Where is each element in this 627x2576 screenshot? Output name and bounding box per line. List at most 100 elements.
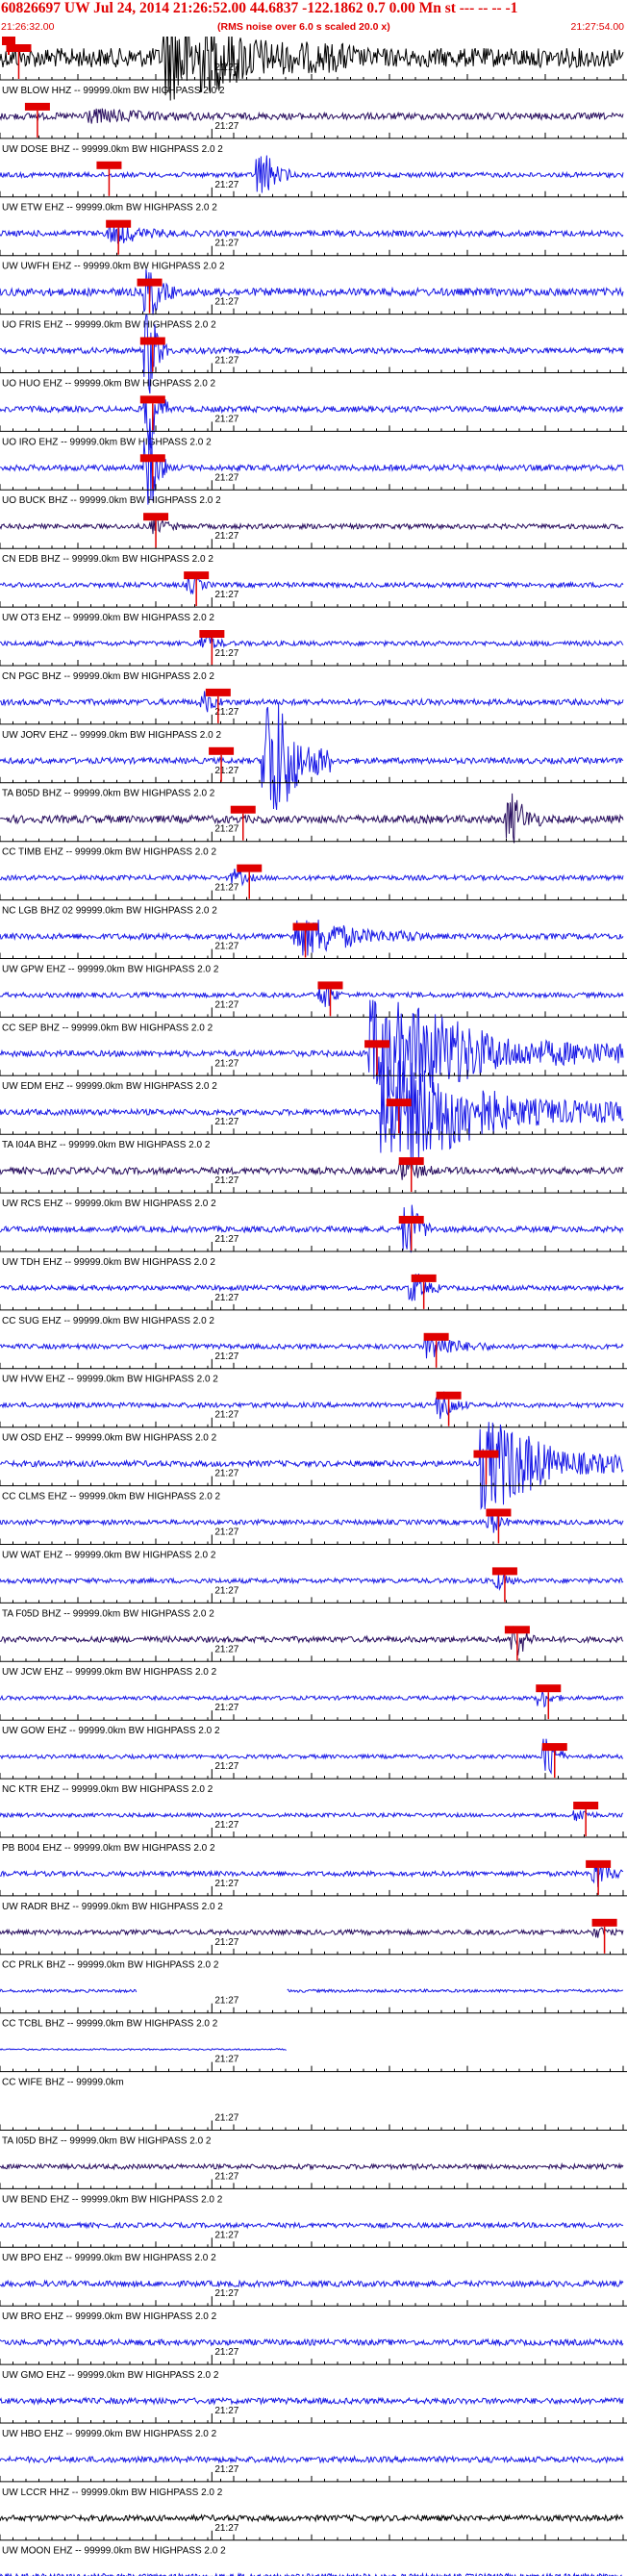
- trace-row: UO IRO EHZ -- 99999.0km BW HIGHPASS 2.0 …: [0, 422, 627, 505]
- pick-marker: [436, 1391, 462, 1400]
- station-label: UW BRO EHZ -- 99999.0km BW HIGHPASS 2.0 …: [2, 2311, 217, 2322]
- trace-row: PB B004 EHZ -- 99999.0km BW HIGHPASS 2.0…: [0, 1843, 627, 1897]
- trace-row: UW MOON EHZ -- 99999.0km BW HIGHPASS 2.0…: [0, 2546, 622, 2576]
- waveform: [0, 2279, 624, 2288]
- pick-marker: [491, 1567, 517, 1576]
- waveform: [0, 2220, 624, 2230]
- trace-row: UW RADR BHZ -- 99999.0km BW HIGHPASS 2.0…: [0, 1902, 627, 1956]
- pick-marker: [411, 1274, 437, 1282]
- pick-marker: [541, 1743, 567, 1752]
- waveform: [0, 1690, 624, 1708]
- trace-row: NC LGB BHZ 02 99999.0km BW HIGHPASS 2.0 …: [0, 906, 627, 959]
- waveform: [0, 422, 624, 505]
- trace-row: CC CLMS EHZ -- 99999.0km BW HIGHPASS 2.0…: [0, 1492, 627, 1545]
- tick-label: 21:27: [214, 1820, 238, 1831]
- station-label: NC KTR EHZ -- 99999.0km BW HIGHPASS 2.0 …: [2, 1784, 213, 1795]
- tick-label: 21:27: [214, 2113, 238, 2124]
- station-label: TA B05D BHZ -- 99999.0km BW HIGHPASS 2.0…: [2, 789, 215, 799]
- pick-marker: [230, 805, 256, 814]
- waveform: [0, 108, 624, 124]
- tick-label: 21:27: [214, 1469, 238, 1479]
- tick-label: 21:27: [214, 824, 238, 835]
- trace-row: UW ETW EHZ -- 99999.0km BW HIGHPASS 2.0 …: [0, 203, 627, 257]
- pick-marker: [137, 278, 163, 287]
- tick-label: 21:27: [214, 1410, 238, 1421]
- station-label: TA I04A BHZ -- 99999.0km BW HIGHPASS 2.0…: [2, 1140, 211, 1150]
- waveform: [0, 574, 624, 595]
- tick-label: 21:27: [214, 297, 238, 308]
- pick-marker: [423, 1332, 449, 1341]
- pick-marker: [536, 1684, 562, 1693]
- station-label: UO FRIS EHZ -- 99999.0km BW HIGHPASS 2.0…: [2, 320, 216, 331]
- station-label: UW GPW EHZ -- 99999.0km BW HIGHPASS 2.0 …: [2, 964, 219, 974]
- tick-label: 21:27: [214, 180, 238, 190]
- waveform: [0, 2337, 624, 2347]
- pick-marker: [292, 922, 318, 931]
- waveform: [0, 1204, 624, 1253]
- trace-row: UW GOW EHZ -- 99999.0km BW HIGHPASS 2.0 …: [0, 1726, 627, 1780]
- tick-label: 21:27: [214, 1175, 238, 1186]
- station-label: NC LGB BHZ 02 99999.0km BW HIGHPASS 2.0 …: [2, 906, 217, 917]
- station-label: UW JORV EHZ -- 99999.0km BW HIGHPASS 2.0…: [2, 730, 221, 741]
- tick-label: 21:27: [214, 531, 238, 542]
- station-label: CN EDB BHZ -- 99999.0km BW HIGHPASS 2.0 …: [2, 554, 213, 565]
- seismogram-traces: 21:27 UW BLOW HHZ -- 99999.0km BW HIGHPAS…: [0, 37, 627, 2576]
- waveform: [0, 1810, 624, 1822]
- station-label: UW OSD EHZ -- 99999.0km BW HIGHPASS 2.0 …: [2, 1433, 217, 1444]
- trace-row: TA I04A BHZ -- 99999.0km BW HIGHPASS 2.0…: [0, 1140, 627, 1194]
- waveform: [0, 869, 624, 887]
- station-label: UW BEND EHZ -- 99999.0km BW HIGHPASS 2.0…: [2, 2194, 223, 2205]
- waveform: [0, 1391, 624, 1420]
- tick-label: 21:27: [214, 1937, 238, 1948]
- station-label: CC CLMS EHZ -- 99999.0km BW HIGHPASS 2.0…: [2, 1492, 221, 1503]
- pick-marker: [139, 454, 165, 463]
- waveform: [0, 2161, 624, 2171]
- waveform: [0, 691, 624, 713]
- pick-marker: [6, 44, 32, 52]
- trace-row: UW BLOW HHZ -- 99999.0km BW HIGHPASS 2.0…: [0, 86, 627, 139]
- station-label: UW JCW EHZ -- 99999.0km BW HIGHPASS 2.0 …: [2, 1667, 217, 1678]
- station-label: UW TDH EHZ -- 99999.0km BW HIGHPASS 2.0 …: [2, 1257, 215, 1268]
- trace-row: TA I05D BHZ -- 99999.0km BW HIGHPASS 2.0…: [0, 2135, 627, 2189]
- pick-marker: [96, 161, 122, 169]
- tick-label: 21:27: [214, 2288, 238, 2299]
- station-label: CN PGC BHZ -- 99999.0km BW HIGHPASS 2.0 …: [2, 671, 214, 682]
- trace-row: UW DOSE BHZ -- 99999.0km BW HIGHPASS 2.0…: [0, 144, 627, 198]
- trace-row: UW WAT EHZ -- 99999.0km BW HIGHPASS 2.0 …: [0, 1550, 627, 1604]
- tick-label: 21:27: [214, 766, 238, 776]
- waveform: [0, 1158, 624, 1180]
- tick-label: 21:27: [214, 1585, 238, 1596]
- waveform: [0, 1334, 624, 1359]
- station-label: UW LCCR HHZ -- 99999.0km BW HIGHPASS 2.0…: [2, 2488, 223, 2498]
- station-label: TA F05D BHZ -- 99999.0km BW HIGHPASS 2.0…: [2, 1608, 214, 1619]
- trace-row: UW RCS EHZ -- 99999.0km BW HIGHPASS 2.0 …: [0, 1199, 627, 1253]
- pick-marker: [591, 1918, 617, 1927]
- waveform: [0, 1573, 624, 1591]
- trace-row: UW BEND EHZ -- 99999.0km BW HIGHPASS 2.0…: [0, 2194, 627, 2248]
- station-label: UW EDM EHZ -- 99999.0km BW HIGHPASS 2.0 …: [2, 1081, 217, 1092]
- station-label: CC PRLK BHZ -- 99999.0km BW HIGHPASS 2.0…: [2, 1960, 219, 1971]
- start-time-label: 21:26:32.00: [1, 21, 55, 33]
- tick-label: 21:27: [214, 1293, 238, 1303]
- waveform: [0, 268, 624, 316]
- waveform: [0, 631, 624, 648]
- tick-label: 21:27: [214, 1058, 238, 1069]
- pick-marker: [205, 688, 231, 696]
- tick-label: 21:27: [214, 883, 238, 894]
- seismogram-header: 60826697 UW Jul 24, 2014 21:26:52.00 44.…: [0, 0, 627, 37]
- waveform: [0, 2396, 624, 2406]
- tick-label: 21:27: [214, 1879, 238, 1889]
- pick-marker: [398, 1216, 424, 1224]
- trace-row: CC SUG EHZ -- 99999.0km BW HIGHPASS 2.0 …: [0, 1316, 627, 1370]
- station-label: UW ETW EHZ -- 99999.0km BW HIGHPASS 2.0 …: [2, 203, 217, 214]
- pick-marker: [143, 513, 169, 521]
- trace-row: CC TCBL BHZ -- 99999.0km BW HIGHPASS 2.0…: [0, 2019, 627, 2073]
- station-label: CC SEP BHZ -- 99999.0km BW HIGHPASS 2.0 …: [2, 1023, 213, 1033]
- waveform: [0, 155, 624, 193]
- tick-label: 21:27: [214, 121, 238, 132]
- station-label: UW BLOW HHZ -- 99999.0km BW HIGHPASS 2.0…: [2, 86, 225, 96]
- end-time-label: 21:27:54.00: [570, 21, 624, 33]
- pick-marker: [199, 630, 225, 638]
- waveform: [0, 2455, 624, 2464]
- pick-marker: [237, 864, 263, 872]
